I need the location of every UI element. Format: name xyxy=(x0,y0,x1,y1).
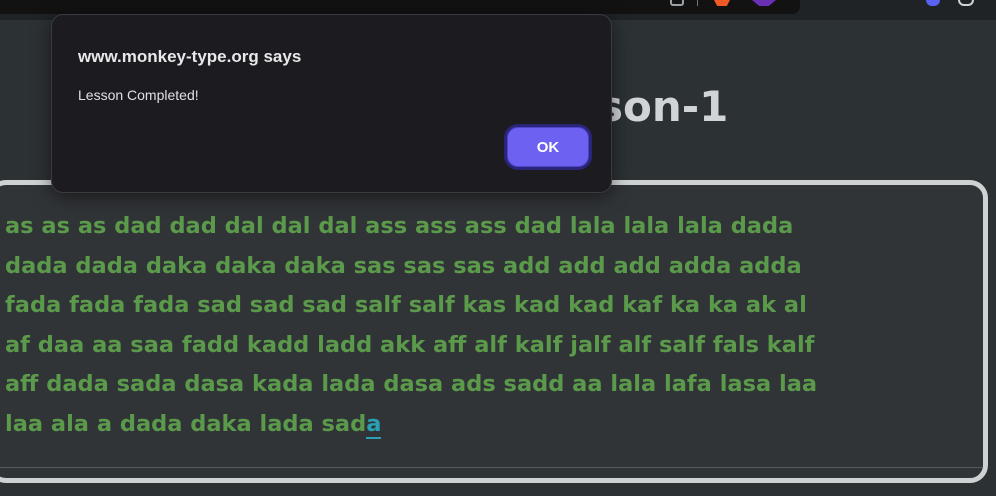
typing-text: as as as dad dad dal dal dal ass ass ass… xyxy=(5,207,980,444)
alert-dialog: www.monkey-type.org says Lesson Complete… xyxy=(51,14,612,193)
dialog-message: Lesson Completed! xyxy=(78,87,199,103)
toolbar-divider xyxy=(697,0,698,6)
typing-line: dada dada daka daka daka sas sas sas add… xyxy=(5,252,802,279)
divider xyxy=(0,467,983,468)
extension-icon-2[interactable] xyxy=(926,0,940,6)
typing-line: aff dada sada dasa kada lada dasa ads sa… xyxy=(5,371,818,397)
typing-line: as as as dad dad dal dal dal ass ass ass… xyxy=(5,213,794,239)
current-char: a xyxy=(366,410,382,439)
dialog-title: www.monkey-type.org says xyxy=(78,47,302,66)
typing-line: af daa aa saa fadd kadd ladd akk aff alf… xyxy=(5,331,815,358)
typed-text: laa ala a dada daka lada sad xyxy=(5,410,367,437)
typing-line-last: laa ala a dada daka lada sada xyxy=(5,405,980,445)
extension-icon-3[interactable] xyxy=(958,0,974,6)
typing-line: fada fada fada sad sad sad salf salf kas… xyxy=(5,292,807,318)
tab-icon[interactable] xyxy=(670,0,684,6)
ok-button[interactable]: OK xyxy=(504,124,592,170)
page-title: son-1 xyxy=(598,82,729,131)
typing-area[interactable]: as as as dad dad dal dal dal ass ass ass… xyxy=(0,180,988,483)
